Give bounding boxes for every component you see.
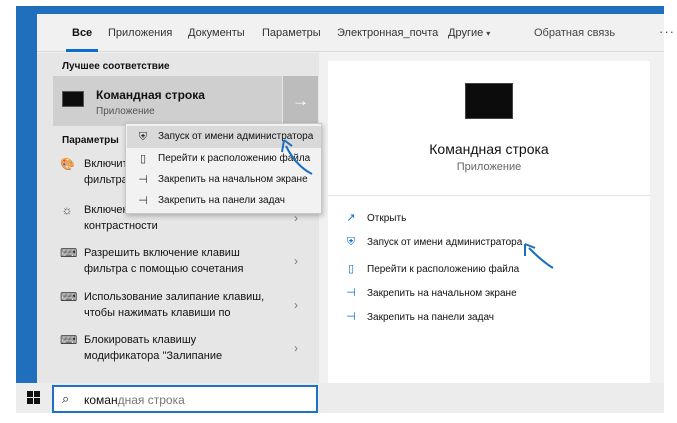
cmd-icon <box>465 83 513 119</box>
best-match-subtitle: Приложение <box>96 106 155 117</box>
cmd-icon <box>62 91 84 107</box>
pin-icon: ⊣ <box>138 195 148 207</box>
shield-icon: ⛨ <box>138 131 148 143</box>
action-label: Закрепить на панели задач <box>367 312 494 323</box>
file-location-icon: ▯ <box>347 263 355 275</box>
chevron-down-icon: ▾ <box>486 29 491 38</box>
taskbar-search-input[interactable]: ⌕ командная строка <box>52 385 318 413</box>
annotation-arrow <box>281 139 313 175</box>
chevron-right-icon: › <box>294 341 298 355</box>
open-icon: ↗ <box>346 212 356 224</box>
action-label: Закрепить на начальном экране <box>367 288 517 299</box>
search-typed-text: коман <box>84 393 118 407</box>
best-match-expand-button[interactable]: → <box>283 76 318 126</box>
settings-item-line2: фильтра с помощью сочетания <box>84 263 244 275</box>
palette-icon: 🎨 <box>60 157 75 171</box>
tab-all[interactable]: Все <box>65 14 99 52</box>
tab-settings[interactable]: Параметры <box>262 14 321 52</box>
pin-icon: ⊣ <box>138 174 148 186</box>
keyboard-icon: ⌨ <box>60 290 78 304</box>
preview-subtitle: Приложение <box>456 161 522 173</box>
action-open-file-location[interactable]: ▯ Перейти к расположению файла <box>344 260 519 278</box>
brightness-icon: ☼ <box>61 203 73 217</box>
feedback-link[interactable]: Обратная связь <box>534 14 615 52</box>
tab-apps[interactable]: Приложения <box>108 14 172 52</box>
arrow-right-icon: → <box>292 91 309 110</box>
settings-item-line2: фильтра <box>84 174 128 186</box>
search-query: командная строка <box>84 393 185 407</box>
search-icon: ⌕ <box>62 391 70 406</box>
settings-heading: Параметры <box>62 135 119 146</box>
settings-item-line1: Использование залипание клавиш, <box>84 291 265 303</box>
settings-item-line2: чтобы нажимать клавиши по <box>84 307 231 319</box>
tab-more-label: Другие <box>448 27 484 39</box>
context-pin-to-taskbar[interactable]: ⊣ Закрепить на панели задач <box>127 190 321 212</box>
shield-icon: ⛨ <box>346 236 356 248</box>
keyboard-icon: ⌨ <box>60 246 78 260</box>
search-scope-tabs: Все Приложения Документы Параметры Элект… <box>37 14 674 52</box>
action-label: Открыть <box>367 213 407 224</box>
context-item-label: Закрепить на панели задач <box>158 195 285 206</box>
best-match-title: Командная строка <box>96 88 205 102</box>
settings-item-line1: Разрешить включение клавиш <box>84 247 240 259</box>
preview-divider <box>328 195 650 196</box>
settings-item-line2: модификатора "Залипание <box>84 350 223 362</box>
tab-more[interactable]: Другие ▾ <box>448 14 490 52</box>
settings-item-line1: Включит <box>84 158 128 170</box>
chevron-right-icon: › <box>294 254 298 268</box>
tab-documents[interactable]: Документы <box>188 14 245 52</box>
annotation-arrow <box>524 243 554 269</box>
action-pin-to-taskbar[interactable]: ⊣ Закрепить на панели задач <box>344 308 494 326</box>
action-label: Перейти к расположению файла <box>367 264 520 275</box>
file-location-icon: ▯ <box>139 153 147 165</box>
best-match-heading: Лучшее соответствие <box>62 61 170 72</box>
windows-start-icon[interactable] <box>27 391 41 405</box>
pin-icon: ⊣ <box>346 287 356 299</box>
more-options-icon[interactable]: ··· <box>659 24 675 39</box>
settings-item-line1: Блокировать клавишу <box>84 334 197 346</box>
action-open[interactable]: ↗ Открыть <box>344 209 406 227</box>
preview-title: Командная строка <box>429 141 549 157</box>
tab-email[interactable]: Электронная_почта <box>337 14 438 52</box>
keyboard-icon: ⌨ <box>60 333 78 347</box>
action-pin-to-start[interactable]: ⊣ Закрепить на начальном экране <box>344 284 517 302</box>
action-run-as-admin[interactable]: ⛨ Запуск от имени администратора <box>344 233 522 251</box>
settings-item-line1: Включен <box>84 204 129 216</box>
pin-icon: ⊣ <box>346 311 356 323</box>
action-label: Запуск от имени администратора <box>367 237 523 248</box>
search-autocomplete-text: дная строка <box>117 393 185 407</box>
settings-item-line2: контрастности <box>84 220 158 232</box>
chevron-right-icon: › <box>294 298 298 312</box>
